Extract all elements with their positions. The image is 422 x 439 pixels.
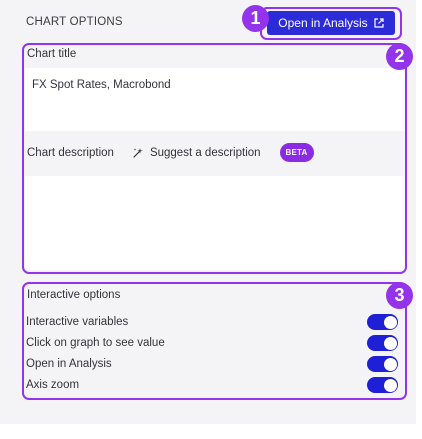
annotation-number-3: 3 xyxy=(386,282,413,309)
section-title: CHART OPTIONS xyxy=(26,16,123,28)
annotation-box-3 xyxy=(22,282,407,400)
bottom-strip xyxy=(0,424,422,439)
annotation-box-2 xyxy=(22,43,407,274)
annotation-number-2: 2 xyxy=(386,43,413,70)
annotation-number-1: 1 xyxy=(242,5,269,32)
annotation-box-1 xyxy=(260,7,402,40)
